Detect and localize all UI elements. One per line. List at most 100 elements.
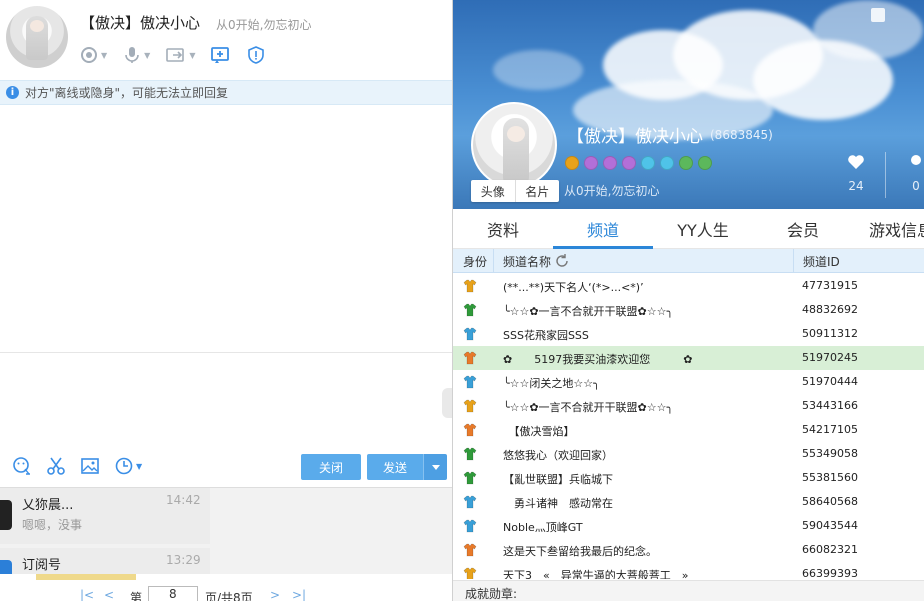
offline-notice: i 对方"离线或隐身"，可能无法立即回复: [0, 80, 452, 105]
channel-table: (**...**)天下名人‘(*>...<*)’ 47731915 ╰☆☆✿一言不合…: [453, 274, 924, 579]
channel-id: 47731915: [802, 279, 858, 292]
level-badge-icon[interactable]: [584, 156, 598, 170]
screenshot-button[interactable]: [46, 456, 66, 476]
emoji-icon: [13, 457, 30, 475]
stat-icon: [911, 155, 921, 165]
message-input[interactable]: [0, 353, 452, 453]
role-shirt-icon: [463, 351, 477, 365]
role-shirt-icon: [463, 303, 477, 317]
channel-id: 54217105: [802, 423, 858, 436]
profile-signature: 从0开始,勿忘初心: [564, 184, 660, 198]
diamond-badge-icon[interactable]: [660, 156, 674, 170]
last-page-button[interactable]: >|: [292, 588, 306, 601]
recent-message: 嗯嗯，没事: [22, 518, 83, 532]
leaf-badge-icon[interactable]: [679, 156, 693, 170]
history-button[interactable]: ▼: [114, 456, 142, 476]
card-tab[interactable]: 名片: [516, 180, 560, 202]
column-header-id[interactable]: 频道ID: [803, 253, 840, 270]
channel-id: 59043544: [802, 519, 858, 532]
remote-assist-button[interactable]: [211, 46, 231, 64]
refresh-icon[interactable]: [555, 254, 569, 268]
channel-name: (**...**)天下名人‘(*>...<*)’: [503, 281, 644, 294]
prev-page-button[interactable]: <: [104, 588, 114, 601]
channel-name: ╰☆☆✿一言不合就开干联盟✿☆☆╮: [503, 305, 674, 318]
tab-yy-life[interactable]: YY人生: [653, 209, 753, 249]
security-shield-icon: [248, 46, 265, 64]
table-row[interactable]: 勇斗诸神 感动常在 58640568: [453, 490, 924, 514]
contact-name[interactable]: 【傲决】傲决小心: [80, 12, 200, 33]
profile-id: (8683845): [710, 128, 773, 142]
image-button[interactable]: [80, 456, 100, 476]
level-badge-icon[interactable]: [622, 156, 636, 170]
likes-count: 24: [848, 179, 864, 193]
security-button[interactable]: [247, 46, 265, 64]
table-row[interactable]: SSS花飛家园SSS 50911312: [453, 322, 924, 346]
tab-membership[interactable]: 会员: [753, 209, 853, 249]
tab-game-info[interactable]: 游戏信息: [853, 209, 924, 249]
channel-id: 66082321: [802, 543, 858, 556]
emoji-button[interactable]: [12, 456, 32, 476]
send-options-button[interactable]: [423, 454, 447, 480]
table-row[interactable]: 【亂世联盟】兵临城下 55381560: [453, 466, 924, 490]
chevron-down-icon: ▼: [189, 50, 196, 60]
channel-name: 勇斗诸神 感动常在: [503, 497, 613, 510]
divider: [885, 152, 886, 198]
table-row[interactable]: ╰☆☆✿一言不合就开干联盟✿☆☆╮ 48832692: [453, 298, 924, 322]
history-icon: [115, 457, 133, 475]
list-item[interactable]: 乂狝晨... 14:42 嗯嗯，没事: [0, 488, 210, 544]
role-shirt-icon: [463, 423, 477, 437]
channel-name: SSS花飛家园SSS: [503, 329, 589, 342]
channel-name: Noble灬顶峰GT: [503, 521, 583, 534]
voice-call-button[interactable]: ▼: [123, 46, 150, 64]
chevron-down-icon: [431, 464, 440, 470]
divider: [793, 249, 794, 273]
channel-id: 55381560: [802, 471, 858, 484]
leaf-badge-icon[interactable]: [698, 156, 712, 170]
level-badge-icon[interactable]: [603, 156, 617, 170]
skin-icon[interactable]: [871, 8, 885, 22]
info-icon: i: [6, 86, 19, 99]
mic-icon: [125, 47, 139, 63]
role-shirt-icon: [463, 327, 477, 341]
avatar-tab[interactable]: 头像: [471, 180, 516, 202]
recent-name: 订阅号: [22, 558, 62, 573]
contact-avatar[interactable]: [6, 6, 68, 68]
send-button[interactable]: 发送: [367, 454, 423, 480]
table-row[interactable]: 天下3 « 异常牛逼的大菩般菩工 » 66399393: [453, 562, 924, 579]
table-row[interactable]: 【傲决雪焰】 54217105: [453, 418, 924, 442]
column-header-role[interactable]: 身份: [463, 253, 487, 270]
table-row[interactable]: ✿ 5197我要买油漆欢迎您 ✿ 51970245: [453, 346, 924, 370]
role-shirt-icon: [463, 399, 477, 413]
column-header-name[interactable]: 频道名称: [503, 253, 551, 270]
video-call-button[interactable]: ▼: [80, 46, 107, 64]
camera-icon: [81, 47, 97, 63]
table-row[interactable]: ╰☆☆闭关之地☆☆╮ 51970444: [453, 370, 924, 394]
profile-avatar[interactable]: [471, 102, 557, 188]
banner-cloud: [493, 50, 583, 90]
profile-banner: 头像 名片 【傲决】傲决小心 (8683845) 从0开始,勿忘初心 24 0: [453, 0, 924, 209]
channel-id: 48832692: [802, 303, 858, 316]
first-page-button[interactable]: |<: [80, 588, 94, 601]
close-button[interactable]: 关闭: [301, 454, 361, 480]
crown-badge-icon[interactable]: [565, 156, 579, 170]
channel-id: 50911312: [802, 327, 858, 340]
page-number-input[interactable]: 8: [148, 586, 198, 601]
channel-name: 【亂世联盟】兵临城下: [503, 473, 613, 486]
message-area[interactable]: [0, 105, 452, 352]
channel-id: 58640568: [802, 495, 858, 508]
tab-channels[interactable]: 频道: [553, 209, 653, 249]
diamond-badge-icon[interactable]: [641, 156, 655, 170]
share-screen-button[interactable]: ▼: [166, 46, 195, 64]
tab-profile[interactable]: 资料: [453, 209, 553, 249]
second-stat[interactable]: 0: [901, 154, 924, 193]
image-icon: [81, 458, 99, 474]
likes-stat[interactable]: 24: [841, 154, 871, 193]
table-row[interactable]: 悠悠我心（欢迎回家） 55349058: [453, 442, 924, 466]
achievements-bar: 成就勋章:: [453, 580, 924, 601]
table-row[interactable]: (**...**)天下名人‘(*>...<*)’ 47731915: [453, 274, 924, 298]
channel-id: 53443166: [802, 399, 858, 412]
table-row[interactable]: ╰☆☆✿一言不合就开干联盟✿☆☆╮ 53443166: [453, 394, 924, 418]
table-row[interactable]: 这是天下叁留给我最后的纪念。 66082321: [453, 538, 924, 562]
table-row[interactable]: Noble灬顶峰GT 59043544: [453, 514, 924, 538]
next-page-button[interactable]: >: [270, 588, 280, 601]
